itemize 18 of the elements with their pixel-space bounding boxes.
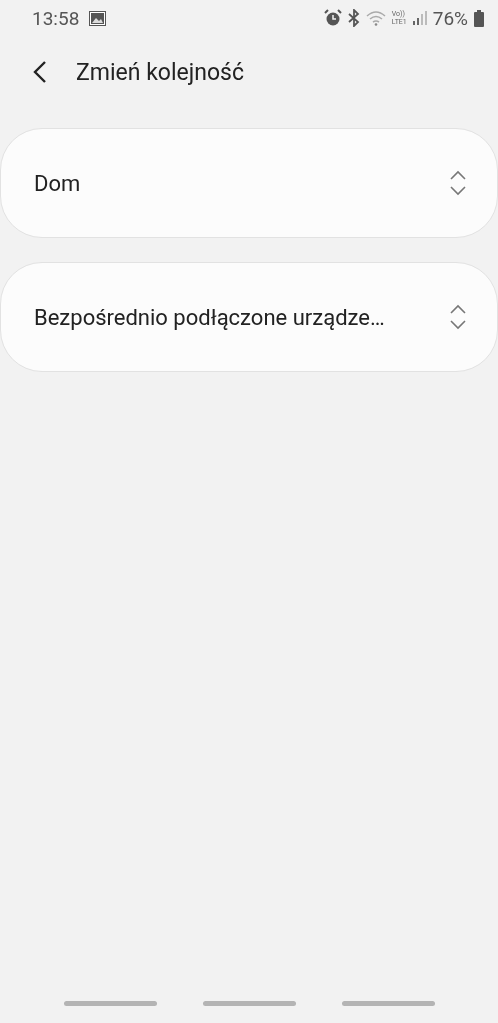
battery-icon: [474, 9, 484, 27]
page-title: Zmień kolejność: [76, 58, 244, 86]
reorder-handle[interactable]: [449, 169, 467, 197]
status-time: 13:58: [32, 6, 80, 30]
battery-percent: 76%: [432, 6, 468, 30]
item-label: Bezpośrednio podłączone urządze…: [34, 304, 385, 330]
list-item[interactable]: Dom: [0, 128, 498, 238]
nav-bar-handle[interactable]: [63, 1001, 157, 1006]
image-icon: [89, 10, 107, 26]
alarm-icon: [323, 9, 342, 27]
signal-icon: [412, 11, 427, 25]
nav-bar-handle[interactable]: [341, 1001, 435, 1006]
reorder-handle[interactable]: [449, 303, 467, 331]
item-label: Dom: [34, 170, 81, 196]
list-item[interactable]: Bezpośrednio podłączone urządze…: [0, 262, 498, 372]
bluetooth-icon: [347, 9, 360, 27]
nav-bar-handle[interactable]: [202, 1001, 296, 1006]
wifi-icon: [365, 10, 386, 26]
